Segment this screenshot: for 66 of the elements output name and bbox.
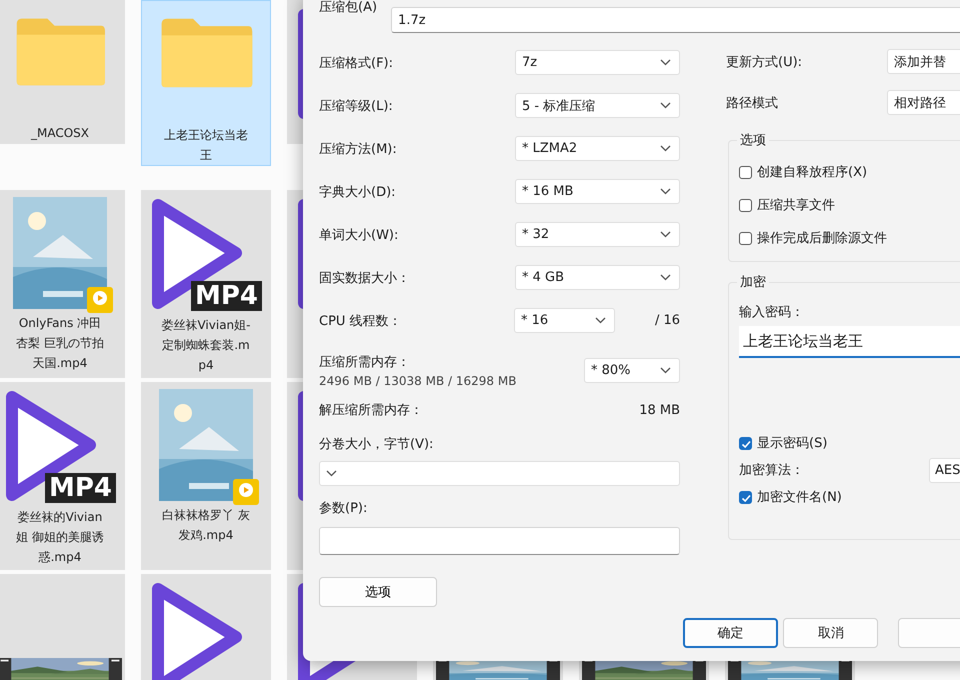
field-label: 参数(P):	[319, 500, 368, 518]
dropdown[interactable]: 5 - 标准压缩	[515, 93, 680, 118]
dropdown[interactable]: * 80%	[584, 358, 680, 382]
field-label: 加密算法：	[739, 462, 805, 479]
field-label: CPU 线程数：	[319, 312, 402, 330]
field-label: 单词大小(W):	[319, 226, 398, 244]
file-tile[interactable]: 上老王论坛当老王	[141, 0, 271, 166]
chevron-down-icon	[660, 145, 671, 152]
field-label: 路径模式	[726, 94, 779, 112]
dialog-button[interactable]: 确定	[683, 618, 778, 648]
file-name: _MACOSX	[30, 125, 90, 142]
chevron-down-icon	[660, 102, 671, 109]
file-tile[interactable]: _MACOSX	[0, 0, 125, 144]
file-name: 娄丝袜Vivian姐-定制蜘蛛套装.mp4	[160, 317, 252, 374]
chevron-down-icon	[660, 366, 671, 374]
archive-name-field[interactable]: 1.7z	[391, 7, 960, 33]
file-name: 白袜袜格罗丫 灰发鸡.mp4	[161, 507, 251, 544]
field-label: 压缩包(A)	[319, 0, 378, 16]
password-field[interactable]: 上老王论坛当老王	[739, 326, 960, 358]
checkbox[interactable]: 操作完成后删除源文件	[739, 227, 960, 249]
field-label: 固实数据大小：	[319, 270, 410, 286]
field-label: 输入密码：	[739, 304, 805, 321]
parameters-field[interactable]	[319, 527, 680, 555]
dropdown[interactable]: * 16 MB	[515, 179, 680, 204]
options-button[interactable]: 选项	[319, 577, 437, 607]
file-type-label: MP4	[190, 281, 262, 311]
chevron-down-icon	[326, 470, 337, 477]
chevron-down-icon	[660, 59, 671, 66]
field-label: 更新方式(U):	[726, 54, 804, 70]
field-label: 压缩格式(F):	[319, 54, 394, 72]
chevron-down-icon	[660, 188, 671, 195]
file-tile[interactable]: MP4 娄丝袜的Vivian姐 御姐的美腿诱惑.mp4	[0, 382, 125, 570]
dropdown[interactable]: AES	[929, 458, 960, 482]
field-label: 压缩所需内存：	[319, 354, 411, 370]
file-tile[interactable]: OnlyFans 冲田杏梨 巨乳の节拍天国.mp4	[0, 190, 125, 378]
player-icon	[87, 287, 113, 313]
field-label: 解压缩所需内存：	[319, 402, 423, 419]
checkbox[interactable]: 显示密码(S)	[739, 432, 960, 454]
file-name: 上老王论坛当老王	[163, 127, 249, 164]
player-icon	[233, 479, 259, 505]
dropdown[interactable]: 相对路径	[887, 90, 960, 115]
chevron-down-icon	[594, 317, 606, 324]
file-name: OnlyFans 冲田杏梨 巨乳の节拍天国.mp4	[15, 315, 105, 372]
memory-value: 18 MB	[639, 402, 680, 418]
field-label: 字典大小(D):	[319, 184, 396, 200]
dialog-button[interactable]: 取消	[783, 618, 878, 648]
memory-usage: 2496 MB / 13038 MB / 16298 MB	[319, 374, 516, 388]
dropdown[interactable]: * 16	[514, 308, 615, 333]
dropdown[interactable]: 7z	[515, 50, 680, 75]
dropdown[interactable]: 添加并替	[887, 49, 960, 74]
checkbox[interactable]: 创建自释放程序(X)	[739, 161, 960, 183]
chevron-down-icon	[660, 274, 671, 281]
field-label: 分卷大小，字节(V):	[319, 436, 434, 454]
file-name: 娄丝袜的Vivian姐 御姐的美腿诱惑.mp4	[15, 509, 105, 566]
checkbox[interactable]: 压缩共享文件	[739, 194, 960, 216]
file-tile[interactable]: MP4 娄丝袜Vivian姐-定制蜘蛛套装.mp4	[141, 190, 271, 378]
dropdown[interactable]: * 4 GB	[515, 265, 680, 290]
dropdown[interactable]: * 32	[515, 222, 680, 247]
file-tile[interactable]: 白袜袜格罗丫 灰发鸡.mp4	[141, 382, 271, 570]
field-label: 压缩等级(L):	[319, 98, 393, 114]
chevron-down-icon	[660, 231, 671, 238]
field-label: 压缩方法(M):	[319, 140, 397, 158]
file-type-label: MP4	[44, 473, 116, 503]
thread-total: / 16	[654, 313, 680, 328]
dropdown[interactable]: * LZMA2	[515, 136, 680, 161]
checkbox[interactable]: 加密文件名(N)	[739, 486, 960, 508]
